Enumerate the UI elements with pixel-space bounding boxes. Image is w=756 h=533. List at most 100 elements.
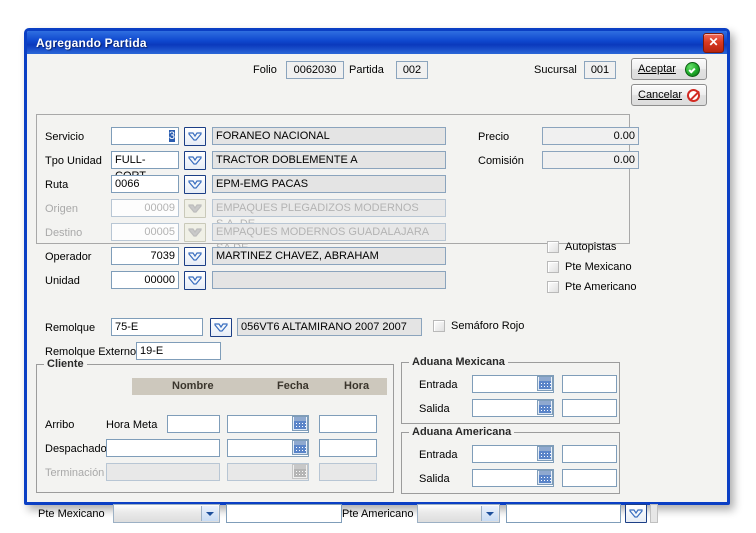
sucursal-label: Sucursal: [534, 64, 577, 76]
terminacion-fecha-calendar-icon: [292, 464, 308, 479]
precio-label: Precio: [478, 131, 510, 143]
title-bar[interactable]: Agregando Partida ✕: [27, 31, 727, 54]
semaforo-rojo-checkbox-box[interactable]: [433, 320, 445, 332]
aduana-mexicana-title: Aduana Mexicana: [409, 356, 508, 368]
aduana-ame-salida-hora-input[interactable]: [562, 469, 617, 487]
arribo-nombre-input[interactable]: [167, 415, 220, 433]
aduana-mex-salida-hora-input[interactable]: [562, 399, 617, 417]
remolque-input[interactable]: 75-E: [111, 318, 203, 336]
accept-button[interactable]: Aceptar: [631, 58, 707, 80]
terminacion-label: Terminación: [45, 467, 105, 479]
pte-mexicano-text-input[interactable]: [226, 504, 342, 523]
origen-desc: EMPAQUES PLEGADIZOS MODERNOS S.A. DE: [212, 199, 446, 230]
terminacion-nombre-input: [106, 463, 220, 481]
pte-americano-lookup-icon[interactable]: [625, 504, 647, 523]
checkbox-pte-americano[interactable]: Pte Americano: [547, 281, 637, 293]
aduana-americana-title: Aduana Americana: [409, 426, 515, 438]
autopistas-checkbox-box[interactable]: [547, 241, 559, 253]
aduana-mex-entrada-label: Entrada: [419, 379, 458, 391]
pte-mexicano-select[interactable]: [113, 504, 220, 523]
bottom-pte-americano-label: Pte Americano: [342, 508, 414, 520]
servicio-lookup-icon[interactable]: [184, 127, 206, 146]
partida-value[interactable]: 002: [396, 61, 428, 79]
pte-americano-select[interactable]: [417, 504, 500, 523]
unidad-desc: [212, 271, 446, 289]
folio-value[interactable]: 0062030: [286, 61, 344, 79]
column-header-hora: Hora: [344, 380, 370, 392]
destino-label: Destino: [45, 227, 83, 239]
aduana-ame-entrada-calendar-icon[interactable]: [537, 446, 553, 461]
unidad-code-input[interactable]: 00000: [111, 271, 179, 289]
chevron-down-icon[interactable]: [201, 506, 218, 521]
bottom-pte-mexicano-label: Pte Mexicano: [38, 508, 105, 520]
despachado-hora-input[interactable]: [319, 439, 377, 457]
operador-label: Operador: [45, 251, 92, 263]
despachado-fecha-calendar-icon[interactable]: [292, 440, 308, 455]
cancel-button[interactable]: Cancelar: [631, 84, 707, 106]
remolque-desc: 056VT6 ALTAMIRANO 2007 2007: [237, 318, 422, 336]
pte-americano-text-input[interactable]: [506, 504, 621, 523]
tpo-unidad-code-input[interactable]: FULL-CORT: [111, 151, 179, 182]
despachado-label: Despachado: [45, 443, 107, 455]
comision-label: Comisión: [478, 155, 524, 167]
destino-desc: EMPAQUES MODERNOS GUADALAJARA SA DE: [212, 223, 446, 254]
aduana-mex-salida-label: Salida: [419, 403, 450, 415]
ruta-lookup-icon[interactable]: [184, 175, 206, 194]
checkbox-autopistas[interactable]: Autopistas: [547, 241, 616, 253]
autopistas-label: Autopistas: [565, 241, 617, 253]
cancel-button-label: Cancelar: [638, 89, 683, 101]
column-header-fecha: Fecha: [277, 380, 309, 392]
pte-mexicano-checkbox-box[interactable]: [547, 261, 559, 273]
dialog-window: Agregando Partida ✕ Folio 0062030 Partid…: [24, 28, 730, 523]
pte-mexicano-label: Pte Mexicano: [565, 261, 632, 273]
chevron-down-icon-2[interactable]: [481, 506, 498, 521]
unidad-lookup-icon[interactable]: [184, 271, 206, 290]
ruta-desc: EPM-EMG PACAS: [212, 175, 446, 193]
cliente-group-title: Cliente: [44, 358, 87, 370]
precio-value[interactable]: 0.00: [542, 127, 639, 145]
arribo-hora-input[interactable]: [319, 415, 377, 433]
remolque-externo-input[interactable]: 19-E: [136, 342, 221, 360]
sucursal-value[interactable]: 001: [584, 61, 616, 79]
aduana-ame-salida-label: Salida: [419, 473, 450, 485]
destino-code-input: 00005: [111, 223, 179, 241]
ruta-label: Ruta: [45, 179, 69, 191]
comision-value[interactable]: 0.00: [542, 151, 639, 169]
aduana-mex-entrada-hora-input[interactable]: [562, 375, 617, 393]
checkbox-semaforo-rojo[interactable]: Semáforo Rojo: [433, 320, 524, 332]
no-entry-icon: [687, 88, 700, 102]
operador-desc: MARTINEZ CHAVEZ, ABRAHAM: [212, 247, 446, 265]
check-circle-icon: [685, 61, 700, 77]
unidad-label: Unidad: [45, 275, 80, 287]
folio-label: Folio: [253, 64, 277, 76]
aduana-mex-entrada-calendar-icon[interactable]: [537, 376, 553, 391]
operador-code-input[interactable]: 7039: [111, 247, 179, 265]
aduana-ame-salida-calendar-icon[interactable]: [537, 470, 553, 485]
operador-lookup-icon[interactable]: [184, 247, 206, 266]
aduana-ame-entrada-hora-input[interactable]: [562, 445, 617, 463]
servicio-code-input[interactable]: 3: [111, 127, 179, 145]
aduana-mex-salida-calendar-icon[interactable]: [537, 400, 553, 415]
cliente-column-header: Nombre Fecha Hora: [132, 378, 387, 395]
origen-lookup-icon: [184, 199, 206, 218]
partida-label: Partida: [349, 64, 384, 76]
servicio-desc: FORANEO NACIONAL: [212, 127, 446, 145]
tpo-unidad-lookup-icon[interactable]: [184, 151, 206, 170]
tpo-unidad-label: Tpo Unidad: [45, 155, 102, 167]
pte-americano-checkbox-box[interactable]: [547, 281, 559, 293]
ruta-code-input[interactable]: 0066: [111, 175, 179, 193]
semaforo-rojo-label: Semáforo Rojo: [451, 320, 525, 332]
close-icon[interactable]: ✕: [703, 33, 724, 53]
despachado-nombre-input[interactable]: [106, 439, 220, 457]
origen-label: Origen: [45, 203, 79, 215]
window-title: Agregando Partida: [36, 35, 147, 50]
dialog-client-area: Folio 0062030 Partida 002 Sucursal 001 A…: [27, 54, 727, 523]
terminacion-hora-input: [319, 463, 377, 481]
remolque-lookup-icon[interactable]: [210, 318, 232, 337]
column-header-nombre: Nombre: [172, 380, 214, 392]
bottom-separator: [650, 504, 658, 523]
arribo-fecha-calendar-icon[interactable]: [292, 416, 308, 431]
checkbox-pte-mexicano[interactable]: Pte Mexicano: [547, 261, 632, 273]
desktop-background: Agregando Partida ✕ Folio 0062030 Partid…: [0, 0, 756, 533]
arribo-hora-meta-label: Hora Meta: [106, 419, 158, 431]
